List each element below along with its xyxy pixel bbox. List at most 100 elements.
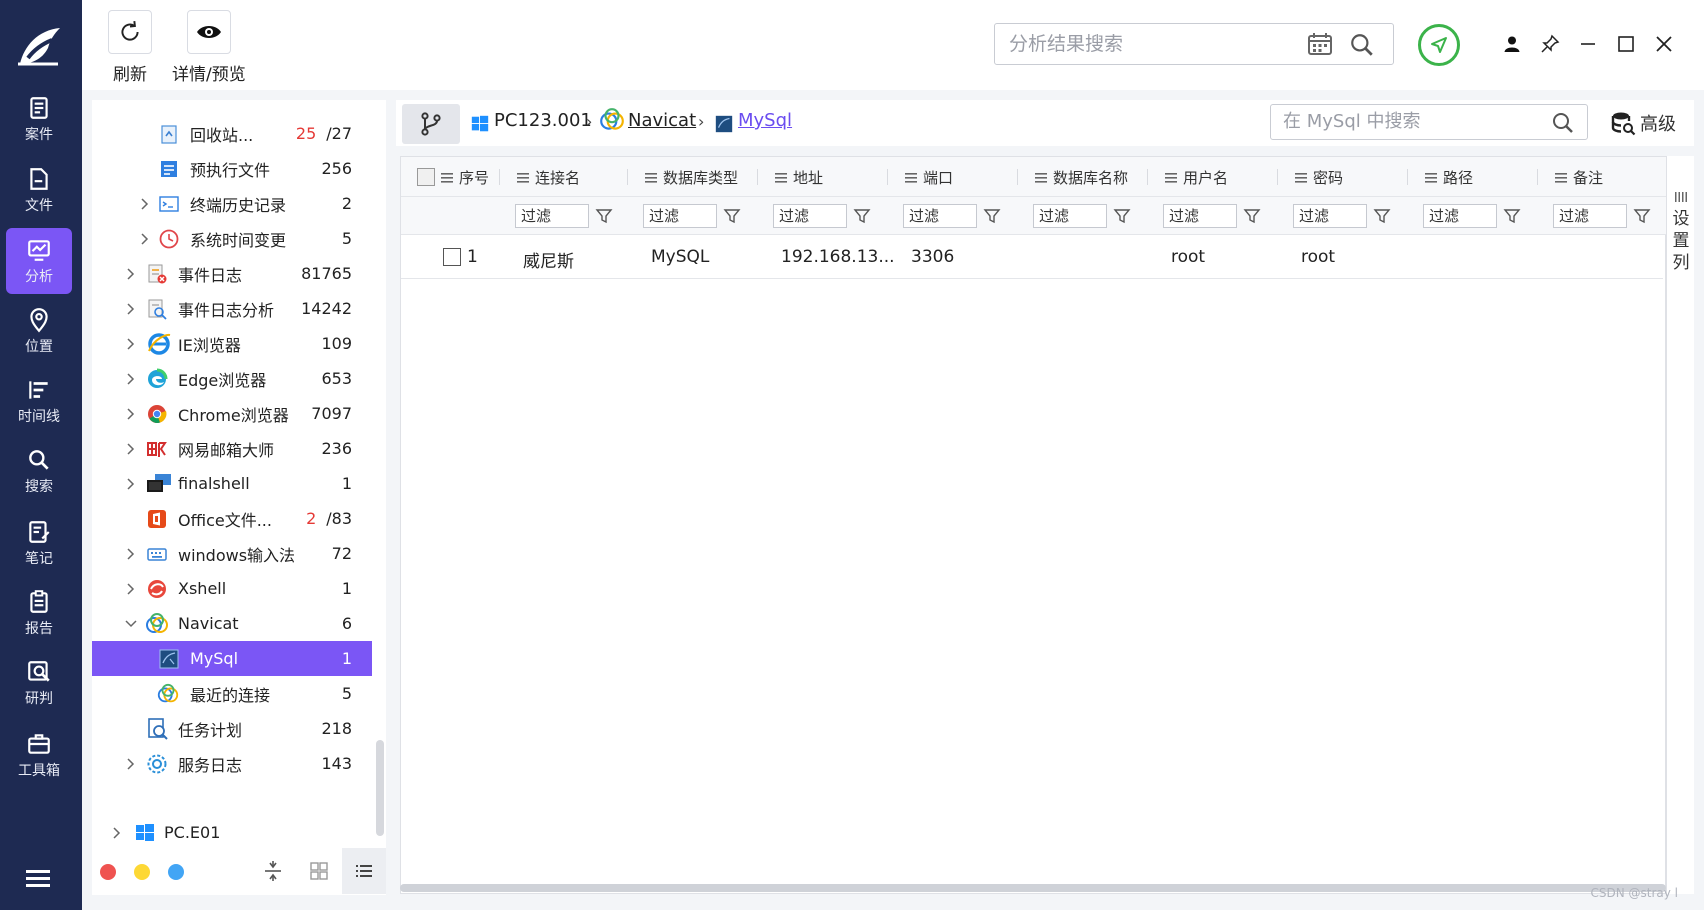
tree-item-system-time[interactable]: 系统时间变更 5 [92, 221, 372, 256]
nav-location[interactable]: 位置 [6, 298, 72, 364]
tree-item-xshell[interactable]: Xshell 1 [92, 571, 372, 606]
col-divider[interactable] [757, 169, 758, 185]
close-button[interactable] [1650, 30, 1678, 58]
chevron-right-icon[interactable] [124, 372, 138, 386]
blue-dot[interactable] [168, 864, 184, 880]
col-divider[interactable] [499, 169, 500, 185]
col-header-pass[interactable]: 密码 [1295, 167, 1343, 188]
tree-item-mysql[interactable]: MySql 1 [92, 641, 372, 676]
horizontal-scrollbar[interactable] [400, 884, 1666, 892]
chevron-right-icon[interactable] [124, 337, 138, 351]
select-all-checkbox[interactable] [417, 168, 435, 186]
yellow-dot[interactable] [134, 864, 150, 880]
collapse-icon[interactable] [262, 860, 284, 882]
breadcrumb-device[interactable]: PC123.001 [494, 110, 592, 131]
nav-toolbox[interactable]: 工具箱 [6, 722, 72, 788]
filter-icon[interactable] [1503, 207, 1521, 225]
col-divider[interactable] [627, 169, 628, 185]
chevron-right-icon[interactable] [110, 826, 124, 840]
chevron-right-icon[interactable] [124, 267, 138, 281]
filter-input-dbname[interactable]: 过滤 [1033, 204, 1107, 228]
filter-input-note[interactable]: 过滤 [1553, 204, 1627, 228]
search-icon[interactable] [1349, 32, 1375, 58]
tree-item-recent-connections[interactable]: 最近的连接 5 [92, 676, 372, 711]
refresh-button[interactable]: 刷新 [108, 10, 152, 85]
filter-icon[interactable] [983, 207, 1001, 225]
minimize-button[interactable] [1574, 30, 1602, 58]
breadcrumb-current[interactable]: MySql [738, 110, 792, 131]
chevron-right-icon[interactable] [124, 477, 138, 491]
column-settings-panel[interactable]: 设置列 [1666, 156, 1694, 894]
filter-input-addr[interactable]: 过滤 [773, 204, 847, 228]
nav-judge[interactable]: 研判 [6, 650, 72, 716]
nav-case[interactable]: 案件 [6, 86, 72, 152]
col-divider[interactable] [1277, 169, 1278, 185]
red-dot[interactable] [100, 864, 116, 880]
chevron-right-icon[interactable] [138, 197, 152, 211]
col-header-dbname[interactable]: 数据库名称 [1035, 167, 1128, 188]
col-divider[interactable] [1147, 169, 1148, 185]
tree-item-navicat[interactable]: Navicat 6 [92, 606, 372, 641]
filter-input-conn[interactable]: 过滤 [515, 204, 589, 228]
tree-item-windows-ime[interactable]: windows输入法 72 [92, 536, 372, 571]
branch-button[interactable] [402, 104, 460, 144]
tree-item-office[interactable]: Office文件... 2/83 [92, 501, 372, 536]
table-search-input[interactable] [1283, 111, 1533, 132]
tree-item-root-pc[interactable]: PC.E01 [92, 815, 372, 850]
chevron-down-icon[interactable] [124, 617, 138, 631]
filter-icon[interactable] [1113, 207, 1131, 225]
col-header-index[interactable]: 序号 [441, 167, 489, 188]
details-preview-button[interactable]: 详情/预览 [172, 10, 246, 85]
advanced-button[interactable]: 高级 [1610, 110, 1676, 136]
tree-item-ie[interactable]: IE浏览器 109 [92, 326, 372, 361]
tree-scrollbar[interactable] [376, 740, 384, 836]
row-checkbox[interactable] [443, 248, 461, 266]
filter-icon[interactable] [1243, 207, 1261, 225]
tree-item-finalshell[interactable]: finalshell 1 [92, 466, 372, 501]
chevron-right-icon[interactable] [138, 232, 152, 246]
search-icon[interactable] [1551, 111, 1575, 135]
chevron-right-icon[interactable] [124, 582, 138, 596]
filter-input-path[interactable]: 过滤 [1423, 204, 1497, 228]
list-view-button[interactable] [342, 848, 386, 894]
filter-icon[interactable] [1373, 207, 1391, 225]
analysis-search-input[interactable] [1009, 33, 1289, 55]
nav-timeline[interactable]: 时间线 [6, 368, 72, 434]
col-divider[interactable] [1407, 169, 1408, 185]
nav-file[interactable]: 文件 [6, 157, 72, 223]
filter-input-user[interactable]: 过滤 [1163, 204, 1237, 228]
col-header-port[interactable]: 端口 [905, 167, 953, 188]
chevron-right-icon[interactable] [124, 547, 138, 561]
status-ring-button[interactable] [1418, 24, 1460, 66]
tree-item-service-log[interactable]: 服务日志 143 [92, 746, 372, 781]
chevron-right-icon[interactable] [124, 442, 138, 456]
table-row[interactable]: 1 威尼斯 MySQL 192.168.13... 3306 root root [401, 235, 1663, 279]
tree-item-chrome[interactable]: Chrome浏览器 7097 [92, 396, 372, 431]
nav-report[interactable]: 报告 [6, 580, 72, 646]
pin-button[interactable] [1536, 30, 1564, 58]
chevron-right-icon[interactable] [124, 757, 138, 771]
filter-input-pass[interactable]: 过滤 [1293, 204, 1367, 228]
tree-item-event-log[interactable]: 事件日志 81765 [92, 256, 372, 291]
tree-item-edge[interactable]: Edge浏览器 653 [92, 361, 372, 396]
user-button[interactable] [1498, 30, 1526, 58]
menu-icon[interactable] [24, 868, 54, 890]
nav-search[interactable]: 搜索 [6, 438, 72, 504]
col-header-note[interactable]: 备注 [1555, 167, 1603, 188]
tree-item-task-scheduler[interactable]: 任务计划 218 [92, 711, 372, 746]
chevron-right-icon[interactable] [124, 407, 138, 421]
col-divider[interactable] [887, 169, 888, 185]
tree-item-event-analysis[interactable]: 事件日志分析 14242 [92, 291, 372, 326]
filter-input-dbtype[interactable]: 过滤 [643, 204, 717, 228]
col-divider[interactable] [1537, 169, 1538, 185]
calendar-icon[interactable] [1307, 32, 1333, 56]
filter-icon[interactable] [595, 207, 613, 225]
nav-note[interactable]: 笔记 [6, 510, 72, 576]
maximize-button[interactable] [1612, 30, 1640, 58]
tree-item-prefetch[interactable]: 预执行文件 256 [92, 151, 372, 186]
col-header-dbtype[interactable]: 数据库类型 [645, 167, 738, 188]
col-header-conn[interactable]: 连接名 [517, 167, 580, 188]
filter-icon[interactable] [723, 207, 741, 225]
col-header-path[interactable]: 路径 [1425, 167, 1473, 188]
chevron-right-icon[interactable] [124, 302, 138, 316]
